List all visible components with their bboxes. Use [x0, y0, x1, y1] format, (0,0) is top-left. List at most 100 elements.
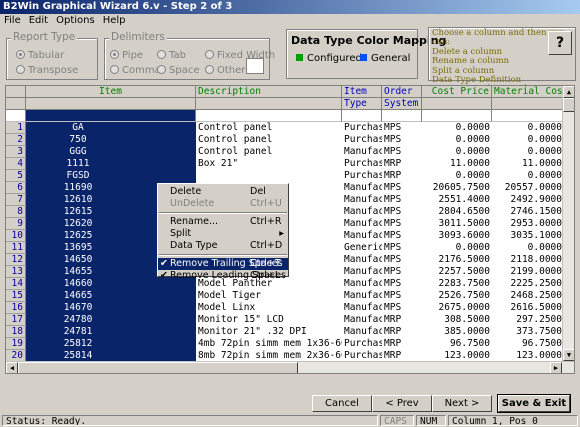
grid-cell[interactable]: 2199.0000: [492, 266, 564, 278]
grid-cell[interactable]: MPS: [382, 266, 422, 278]
scroll-down-icon[interactable]: ▼: [563, 349, 574, 361]
radio-tabular[interactable]: Tabular: [16, 50, 64, 61]
grid-cell[interactable]: Control panel: [196, 146, 342, 158]
scroll-thumb[interactable]: [563, 98, 574, 112]
grid-cell[interactable]: 0.0000: [422, 146, 492, 158]
grid-cell[interactable]: 2492.9000: [492, 194, 564, 206]
grid-cell[interactable]: 0.0000: [492, 242, 564, 254]
grid-cell[interactable]: Manufac: [342, 266, 382, 278]
grid-cell[interactable]: 0.0000: [492, 134, 564, 146]
grid-cell[interactable]: Monitor 21" .32 DPI: [196, 326, 342, 338]
context-item-data-type[interactable]: Data Type Ctrl+D: [158, 240, 288, 252]
grid-cell[interactable]: 2526.7500: [422, 290, 492, 302]
column-subheader[interactable]: [492, 98, 564, 110]
grid-cell[interactable]: 0.0000: [492, 170, 564, 182]
grid-cell[interactable]: Manufac: [342, 290, 382, 302]
grid-cell[interactable]: MPS: [382, 290, 422, 302]
grid-cell[interactable]: MRP: [382, 338, 422, 350]
grid-cell[interactable]: Control panel: [196, 122, 342, 134]
menu-options[interactable]: Options: [56, 15, 95, 26]
row-number[interactable]: 14: [6, 278, 26, 290]
column-subheader[interactable]: [26, 98, 196, 110]
horizontal-scrollbar[interactable]: ◀ ▶: [6, 361, 574, 373]
grid-cell[interactable]: 24780: [26, 314, 196, 326]
context-item-rename[interactable]: Rename... Ctrl+R: [158, 216, 288, 228]
grid-cell[interactable]: 14665: [26, 290, 196, 302]
row-number[interactable]: 5: [6, 170, 26, 182]
grid-cell[interactable]: 2551.4000: [422, 194, 492, 206]
grid-cell[interactable]: Box 21": [196, 158, 342, 170]
column-material-costs[interactable]: Material Costs0.00000.00000.000011.00000…: [492, 86, 564, 373]
grid-cell[interactable]: Manufac: [342, 146, 382, 158]
context-item-split[interactable]: Split ▸: [158, 228, 288, 240]
grid-cell[interactable]: Purchas: [342, 338, 382, 350]
context-item-remove-leading-spaces[interactable]: ✔ Remove Leading Spaces Ctrl+L: [158, 270, 288, 282]
grid-cell[interactable]: Manufac: [342, 302, 382, 314]
grid-cell[interactable]: MRP: [382, 326, 422, 338]
row-number[interactable]: 2: [6, 134, 26, 146]
grid-cell[interactable]: 20557.0000: [492, 182, 564, 194]
row-number[interactable]: 3: [6, 146, 26, 158]
row-number[interactable]: 8: [6, 206, 26, 218]
grid-cell[interactable]: GGG: [26, 146, 196, 158]
radio-transpose[interactable]: Transpose: [16, 65, 78, 76]
radio-pipe[interactable]: Pipe: [110, 50, 143, 61]
grid-cell[interactable]: 2118.0000: [492, 254, 564, 266]
grid-cell[interactable]: Control panel: [196, 134, 342, 146]
column-subheader[interactable]: Type: [342, 98, 382, 110]
column-cost-price[interactable]: Cost Price 0.0000 0.0000 0.0000 11.0000 0.000…: [422, 86, 492, 373]
radio-space[interactable]: Space: [157, 65, 199, 76]
grid-cell[interactable]: MPS: [382, 182, 422, 194]
help-button[interactable]: ?: [548, 31, 572, 55]
grid-cell[interactable]: Manufac: [342, 314, 382, 326]
row-number[interactable]: 17: [6, 314, 26, 326]
column-header[interactable]: Description: [196, 86, 342, 98]
column-subheader[interactable]: [196, 98, 342, 110]
grid-cell[interactable]: 96.7500: [422, 338, 492, 350]
row-number[interactable]: 1: [6, 122, 26, 134]
scroll-up-icon[interactable]: ▲: [563, 86, 574, 98]
scroll-right-icon[interactable]: ▶: [550, 362, 562, 373]
grid-cell[interactable]: 2176.5000: [422, 254, 492, 266]
grid-cell[interactable]: MPS: [382, 254, 422, 266]
scroll-thumb-h[interactable]: [18, 362, 298, 373]
grid-cell[interactable]: FGSD: [26, 170, 196, 182]
row-number[interactable]: 18: [6, 326, 26, 338]
row-number[interactable]: 11: [6, 242, 26, 254]
radio-tab[interactable]: Tab: [157, 50, 186, 61]
context-item-delete[interactable]: Delete Del: [158, 186, 288, 198]
grid-cell[interactable]: 2804.6500: [422, 206, 492, 218]
grid-cell[interactable]: Manufac: [342, 182, 382, 194]
grid-cell[interactable]: [196, 170, 342, 182]
row-number[interactable]: 12: [6, 254, 26, 266]
grid-cell[interactable]: Manufac: [342, 230, 382, 242]
grid-cell[interactable]: 11.0000: [492, 158, 564, 170]
grid-cell[interactable]: MPS: [382, 230, 422, 242]
row-number[interactable]: 7: [6, 194, 26, 206]
grid-cell[interactable]: 2953.0000: [492, 218, 564, 230]
grid-cell[interactable]: Purchas: [342, 158, 382, 170]
column-item-type[interactable]: Item Type Purchas Purchas Manufac Purchas Purc…: [342, 86, 382, 373]
row-number[interactable]: 15: [6, 290, 26, 302]
grid-cell[interactable]: MPS: [382, 122, 422, 134]
grid-cell[interactable]: Manufac: [342, 194, 382, 206]
grid-cell[interactable]: MPS: [382, 134, 422, 146]
grid-cell[interactable]: MRP: [382, 170, 422, 182]
context-item-undelete[interactable]: UnDelete Ctrl+U: [158, 198, 288, 210]
grid-cell[interactable]: 96.7500: [492, 338, 564, 350]
grid-cell[interactable]: 4mb 72pin simm mem 1x36-60ns: [196, 338, 342, 350]
grid-cell[interactable]: 308.5000: [422, 314, 492, 326]
grid-cell[interactable]: Manufac: [342, 218, 382, 230]
grid-cell[interactable]: Purchas: [342, 134, 382, 146]
column-header[interactable]: Order: [382, 86, 422, 98]
grid-cell[interactable]: MRP: [382, 314, 422, 326]
menu-edit[interactable]: Edit: [29, 15, 48, 26]
grid-cell[interactable]: 0.0000: [422, 170, 492, 182]
grid-cell[interactable]: MPS: [382, 278, 422, 290]
grid-cell[interactable]: 20605.7500: [422, 182, 492, 194]
prev-button[interactable]: < Prev: [372, 395, 432, 412]
grid-cell[interactable]: Model Tiger: [196, 290, 342, 302]
grid-cell[interactable]: MPS: [382, 146, 422, 158]
radio-other[interactable]: Other: [205, 65, 245, 76]
grid-cell[interactable]: Manufac: [342, 326, 382, 338]
